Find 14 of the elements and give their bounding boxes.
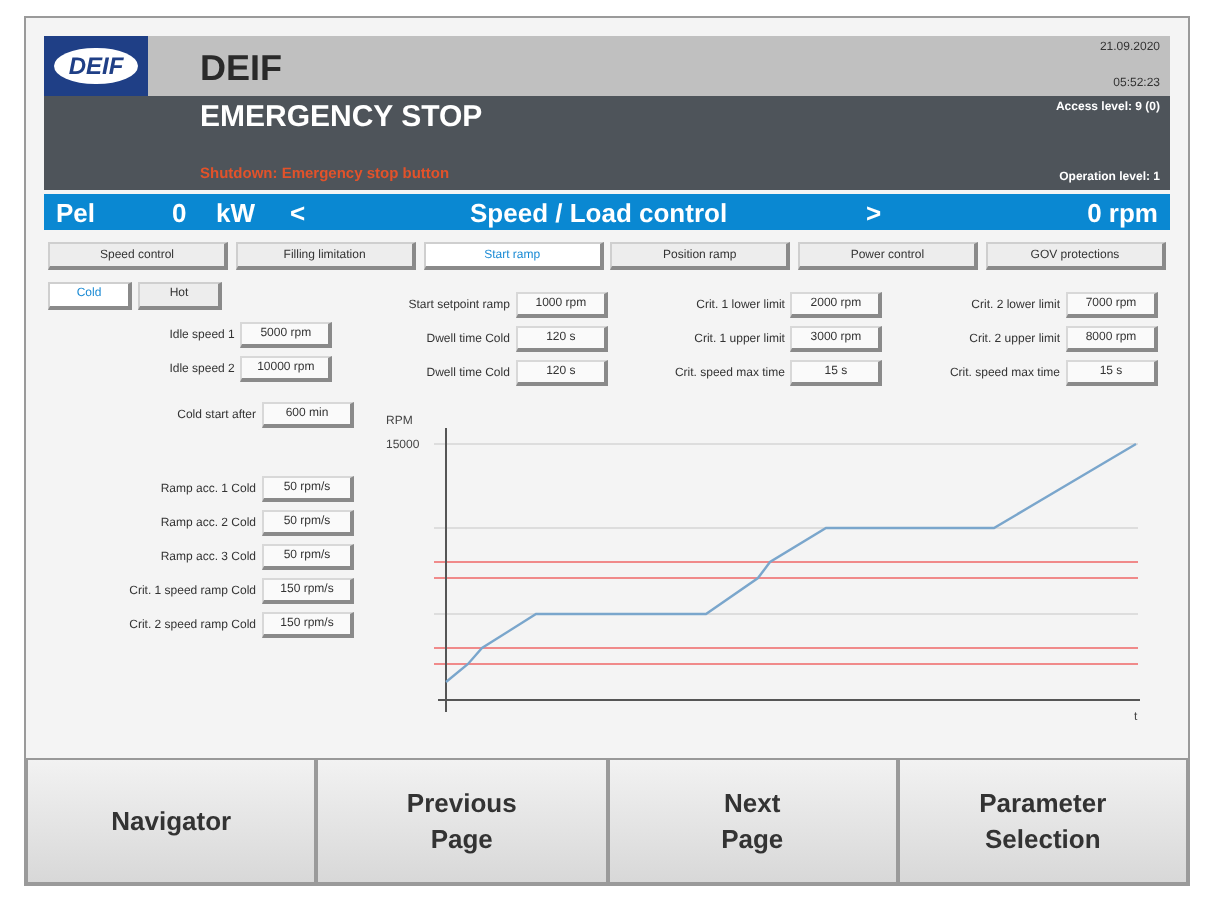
alarm-title: EMERGENCY STOP bbox=[200, 100, 483, 134]
previous-arrow[interactable]: < bbox=[290, 197, 470, 227]
logo-text: DEIF bbox=[54, 48, 138, 84]
device-title: DEIF bbox=[200, 48, 283, 92]
nav-button[interactable]: Previous Page bbox=[316, 760, 607, 884]
next-arrow[interactable]: > bbox=[866, 197, 882, 227]
screen-title: Speed / Load control bbox=[470, 197, 730, 227]
nav-button[interactable]: Navigator bbox=[26, 760, 317, 884]
nav-button[interactable]: Next Page bbox=[607, 760, 898, 884]
power-value: 0 bbox=[172, 197, 189, 227]
power-unit: kW bbox=[216, 197, 257, 227]
speed-value: 0 rpm bbox=[1087, 197, 1158, 227]
power-label: Pel bbox=[56, 197, 98, 227]
nav-button[interactable]: Parameter Selection bbox=[897, 760, 1188, 884]
